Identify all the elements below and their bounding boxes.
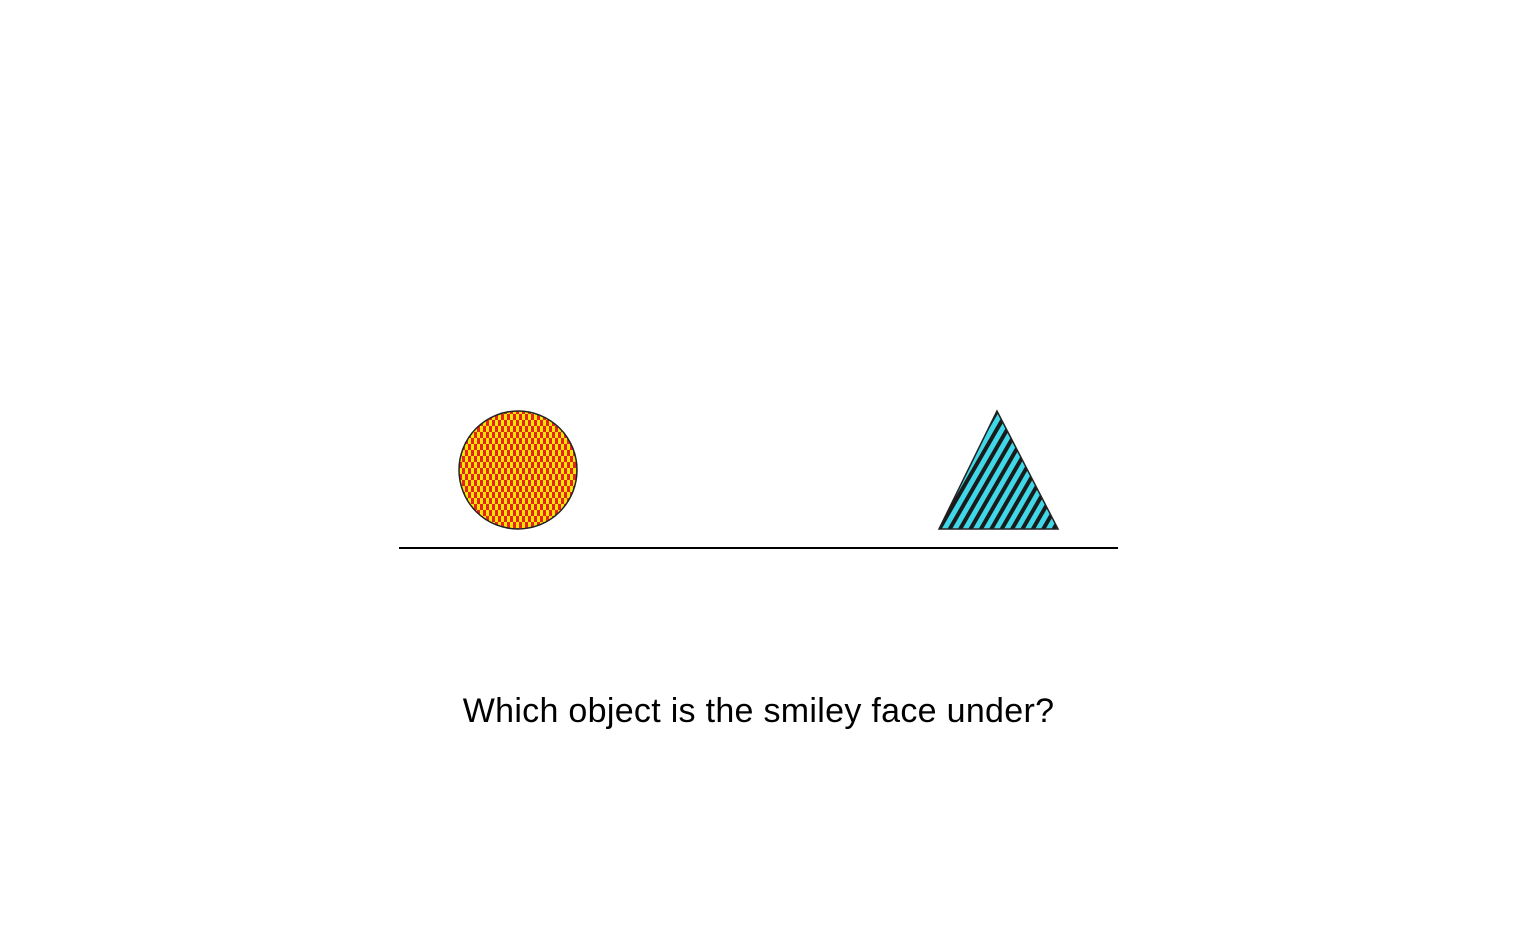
- triangle-object[interactable]: [937, 409, 1060, 530]
- scene-canvas: [399, 409, 1118, 549]
- game-stage: Which object is the smiley face under?: [0, 0, 1517, 942]
- circle-object[interactable]: [458, 410, 578, 530]
- question-text: Which object is the smiley face under?: [462, 692, 1055, 730]
